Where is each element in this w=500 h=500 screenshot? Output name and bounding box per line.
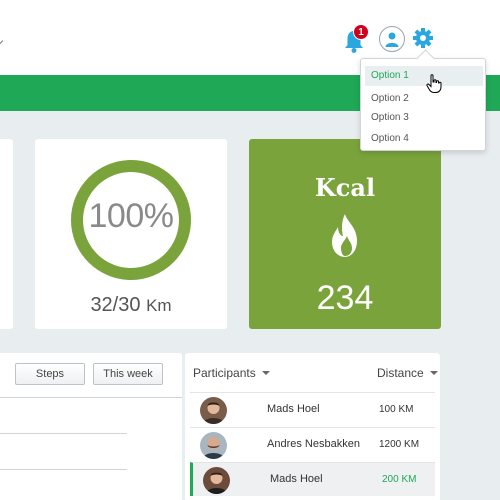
kcal-value: 234 — [316, 279, 374, 317]
steps-button[interactable]: Steps — [15, 363, 85, 385]
distance-header-label: Distance — [377, 366, 424, 380]
chevron-down-icon[interactable] — [0, 36, 4, 46]
distance-progress-card: 100% 32/30 Km — [35, 139, 227, 329]
caret-down-icon — [429, 371, 438, 375]
dropdown-option-1[interactable]: Option 1 — [365, 66, 483, 86]
participants-sort-header[interactable]: Participants — [193, 366, 270, 380]
gear-icon[interactable] — [412, 27, 434, 49]
partial-card — [0, 139, 13, 329]
dropdown-option-3[interactable]: Option 3 — [365, 108, 483, 128]
table-row[interactable]: Andres Nesbakken 1200 KM — [190, 427, 435, 461]
notification-badge: 1 — [353, 24, 369, 40]
participant-distance: 1200 KM — [379, 439, 420, 450]
participant-distance: 200 KM — [382, 474, 417, 485]
settings-dropdown-menu: Option 1 Option 2 Option 3 Option 4 — [360, 58, 486, 151]
participants-header-label: Participants — [193, 366, 256, 380]
distance-sort-header[interactable]: Distance — [377, 366, 438, 380]
user-icon — [385, 32, 399, 47]
chart-gridline — [0, 469, 127, 470]
this-week-button[interactable]: This week — [93, 363, 163, 385]
avatar — [200, 432, 227, 459]
progress-percent: 100% — [88, 197, 174, 235]
divider — [0, 397, 182, 398]
table-row[interactable]: Mads Hoel 100 KM — [190, 392, 435, 426]
kcal-title: Kcal — [314, 173, 376, 202]
participants-card: Participants Distance Mads Hoel 100 KM A… — [185, 353, 440, 500]
chart-gridline — [0, 433, 127, 434]
distance-text: 32/30 Km — [35, 294, 227, 317]
participant-name: Mads Hoel — [267, 403, 320, 415]
participant-name: Mads Hoel — [270, 473, 323, 485]
caret-down-icon — [261, 371, 270, 375]
dropdown-option-4[interactable]: Option 4 — [365, 129, 483, 149]
table-row-selected[interactable]: Mads Hoel 200 KM — [190, 462, 435, 496]
activity-chart-card: Steps This week — [0, 353, 182, 500]
flame-icon — [332, 214, 357, 257]
user-menu-button[interactable] — [379, 26, 405, 52]
avatar — [200, 397, 227, 424]
hand-cursor-icon — [426, 74, 442, 93]
participant-distance: 100 KM — [379, 404, 414, 415]
distance-unit: Km — [146, 296, 172, 315]
dropdown-option-2[interactable]: Option 2 — [365, 89, 483, 109]
distance-value: 32/30 — [90, 294, 141, 316]
kcal-card: Kcal 234 — [249, 139, 441, 329]
avatar — [203, 467, 230, 494]
participant-name: Andres Nesbakken — [267, 438, 360, 450]
